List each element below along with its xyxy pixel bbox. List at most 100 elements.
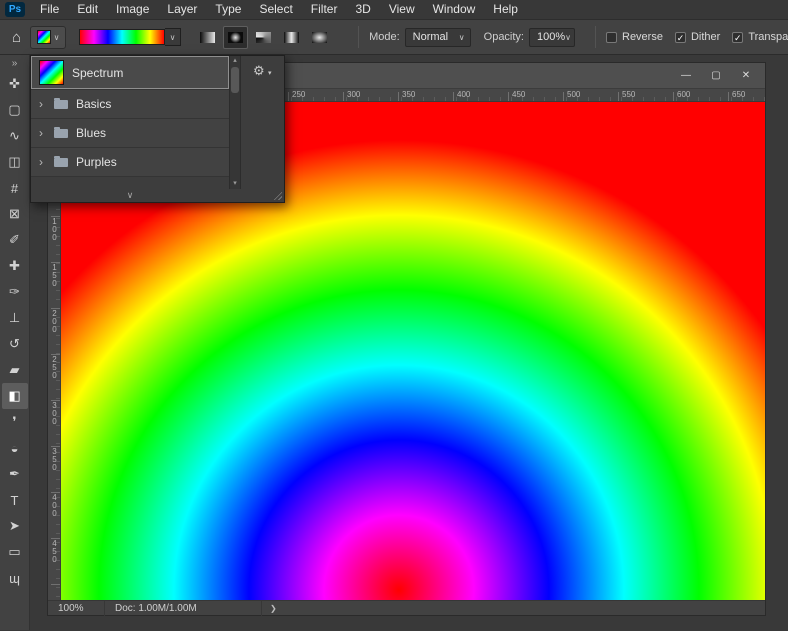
menu-bar: Ps File Edit Image Layer Type Select Fil… <box>0 0 788 20</box>
rectangular-marquee-tool[interactable]: ▢ <box>2 97 28 123</box>
gradient-preview[interactable] <box>79 29 166 45</box>
close-button[interactable]: ✕ <box>731 66 761 86</box>
zoom-level-field[interactable]: 100% <box>58 603 104 614</box>
gradient-tool[interactable]: ◧ <box>1 383 28 409</box>
gradient-picker-toggle[interactable]: ∨ <box>165 28 182 46</box>
frame-tool[interactable]: ⊠ <box>2 201 28 227</box>
gradient-type-buttons <box>195 25 332 49</box>
menu-type[interactable]: Type <box>206 0 250 19</box>
diamond-gradient-icon <box>312 31 328 43</box>
menu-window[interactable]: Window <box>424 0 485 19</box>
doc-size-info[interactable]: Doc: 1.00M/1.00M <box>104 600 262 616</box>
menu-image[interactable]: Image <box>107 0 158 19</box>
reflected-gradient-icon <box>284 31 300 43</box>
type-tool[interactable]: T <box>2 487 28 513</box>
maximize-button[interactable]: ▢ <box>701 66 731 86</box>
ruler-label: 450 <box>512 90 526 99</box>
gradient-item-spectrum[interactable]: Spectrum <box>31 56 229 90</box>
panel-scrollbar[interactable]: ▴ ▾ <box>229 56 241 189</box>
mode-dropdown[interactable]: Normal ∨ <box>404 27 471 47</box>
lasso-tool[interactable]: ∿ <box>2 123 28 149</box>
gradient-preset-thumbnail-icon <box>36 30 51 44</box>
folder-label: Purples <box>76 155 117 169</box>
move-tool[interactable]: ✜ <box>2 71 28 97</box>
ruler-label: 400 <box>457 90 471 99</box>
opacity-dropdown[interactable]: 100% ∨ <box>529 27 575 47</box>
doc-size-text: Doc: 1.00M/1.00M <box>115 602 197 614</box>
ruler-label: 100 <box>52 217 57 242</box>
ruler-label: 200 <box>52 309 57 334</box>
menu-3d[interactable]: 3D <box>346 0 379 19</box>
menu-edit[interactable]: Edit <box>68 0 107 19</box>
radial-gradient-button[interactable] <box>223 25 249 49</box>
menu-help[interactable]: Help <box>484 0 527 19</box>
diamond-gradient-button[interactable] <box>307 26 332 49</box>
scrollbar-thumb[interactable] <box>231 67 239 93</box>
ruler-label: 350 <box>52 447 57 472</box>
transparency-checkbox[interactable]: Transpar <box>732 31 788 43</box>
folder-label: Basics <box>76 97 112 111</box>
tools-panel: » ✜ ▢ ∿ ◫ # ⊠ ✐ ✚ ✑ ⊥ ↺ ▰ ◧ ❜ ◒ ✒ T ➤ ▭ … <box>0 55 30 630</box>
menu-view[interactable]: View <box>380 0 424 19</box>
dodge-tool[interactable]: ◒ <box>2 435 28 461</box>
checkbox-box[interactable] <box>732 31 744 43</box>
gradient-folder-basics[interactable]: › Basics <box>31 90 229 119</box>
status-expand-chevron-icon[interactable]: ❯ <box>270 604 277 613</box>
menu-file[interactable]: File <box>31 0 68 19</box>
blur-tool[interactable]: ❜ <box>2 409 28 435</box>
menu-filter[interactable]: Filter <box>302 0 347 19</box>
linear-gradient-icon <box>200 31 216 43</box>
eyedropper-tool[interactable]: ✐ <box>2 227 28 253</box>
tool-preset-picker[interactable]: ∨ <box>30 25 67 49</box>
gradient-folder-blues[interactable]: › Blues <box>31 119 229 148</box>
panel-resize-grip[interactable] <box>272 190 282 200</box>
folder-icon <box>54 97 68 109</box>
dither-checkbox[interactable]: Dither <box>674 31 720 43</box>
healing-brush-tool[interactable]: ✚ <box>2 253 28 279</box>
angle-gradient-icon <box>256 31 272 43</box>
angle-gradient-button[interactable] <box>251 26 276 49</box>
gradient-folder-purples[interactable]: › Purples <box>31 148 229 177</box>
pen-tool[interactable]: ✒ <box>2 461 28 487</box>
checkbox-box[interactable] <box>606 31 617 43</box>
history-brush-tool[interactable]: ↺ <box>2 331 28 357</box>
expand-chevron-icon[interactable]: › <box>39 126 46 140</box>
checkbox-box[interactable] <box>674 31 686 43</box>
ruler-label: 650 <box>732 90 746 99</box>
path-selection-tool[interactable]: ➤ <box>2 513 28 539</box>
ruler-label: 550 <box>622 90 636 99</box>
menu-layer[interactable]: Layer <box>158 0 206 19</box>
home-icon[interactable]: ⌂ <box>12 29 21 46</box>
object-selection-tool[interactable]: ◫ <box>2 149 28 175</box>
options-separator <box>595 26 596 48</box>
collapse-panels-button[interactable]: » <box>2 56 28 71</box>
linear-gradient-button[interactable] <box>195 26 220 49</box>
eraser-tool[interactable]: ▰ <box>2 357 28 383</box>
scroll-more-chevron-icon[interactable]: ∨ <box>127 190 134 201</box>
reflected-gradient-button[interactable] <box>279 26 304 49</box>
options-separator <box>358 26 360 48</box>
mode-label: Mode: <box>369 31 400 43</box>
ruler-label: 250 <box>52 355 57 380</box>
scroll-down-icon[interactable]: ▾ <box>233 180 237 188</box>
reverse-checkbox[interactable]: Reverse <box>606 31 663 43</box>
ruler-label: 350 <box>402 90 416 99</box>
brush-tool[interactable]: ✑ <box>2 279 28 305</box>
crop-tool[interactable]: # <box>2 175 28 201</box>
clone-stamp-tool[interactable]: ⊥ <box>2 305 28 331</box>
panel-settings-gear-icon[interactable]: ⚙ <box>253 63 265 79</box>
scroll-up-icon[interactable]: ▴ <box>233 57 237 65</box>
spectrum-gradient-thumbnail <box>39 60 64 85</box>
minimize-button[interactable]: — <box>671 66 701 86</box>
status-bar: 100% Doc: 1.00M/1.00M ❯ <box>48 600 765 616</box>
photoshop-app: Ps File Edit Image Layer Type Select Fil… <box>0 0 788 631</box>
panel-side-area: ⚙ ▾ <box>241 56 284 202</box>
opacity-label: Opacity: <box>483 31 524 43</box>
rectangle-tool[interactable]: ▭ <box>2 539 28 565</box>
menu-select[interactable]: Select <box>250 0 301 19</box>
hand-tool[interactable]: ɰ <box>2 565 28 591</box>
expand-chevron-icon[interactable]: › <box>39 97 46 111</box>
folder-icon <box>54 126 68 138</box>
reverse-checkbox-label: Reverse <box>622 31 663 43</box>
expand-chevron-icon[interactable]: › <box>39 155 46 169</box>
